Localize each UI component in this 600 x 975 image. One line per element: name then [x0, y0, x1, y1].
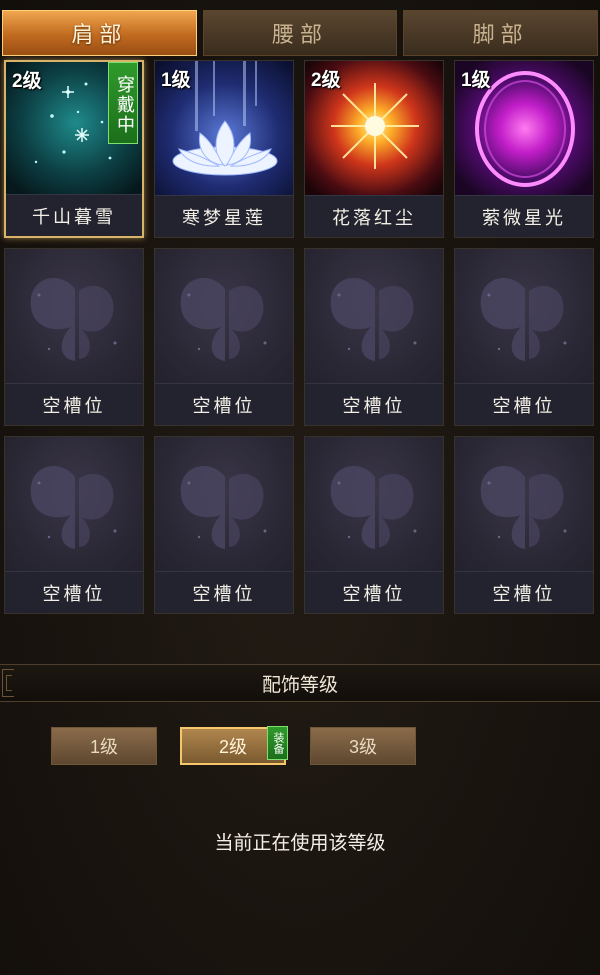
- level-section-title: 配饰等级: [261, 674, 338, 696]
- accessory-slot-8[interactable]: 空槽位: [454, 248, 594, 426]
- slot-name: 空槽位: [155, 383, 293, 425]
- butterfly-placeholder-icon: [305, 437, 443, 572]
- tab-shoulder[interactable]: 肩部: [2, 10, 197, 56]
- accessory-slot-5[interactable]: 空槽位: [4, 248, 144, 426]
- slot-name: 空槽位: [5, 571, 143, 613]
- level-section-header: 配饰等级: [0, 664, 600, 702]
- accessory-slot-12[interactable]: 空槽位: [454, 436, 594, 614]
- slot-level-badge: 1级: [461, 70, 491, 91]
- equipped-tag: 装备: [267, 726, 288, 760]
- accessory-slot-9[interactable]: 空槽位: [4, 436, 144, 614]
- accessory-slot-4[interactable]: 1级 萦微星光: [454, 60, 594, 238]
- slot-name: 空槽位: [5, 383, 143, 425]
- tab-waist[interactable]: 腰部: [202, 10, 398, 56]
- accessory-slot-3[interactable]: 2级 花落红尘: [304, 60, 444, 238]
- slot-level-badge: 1级: [161, 70, 191, 91]
- accessory-slot-7[interactable]: 空槽位: [304, 248, 444, 426]
- butterfly-placeholder-icon: [5, 249, 143, 384]
- slot-name: 空槽位: [155, 571, 293, 613]
- slot-name: 空槽位: [455, 383, 593, 425]
- slot-level-badge: 2级: [12, 71, 42, 92]
- accessory-slot-1[interactable]: 2级 穿戴中 千山暮雪: [4, 60, 144, 238]
- slot-name: 空槽位: [305, 383, 443, 425]
- category-tabs: 肩部 腰部 脚部: [0, 10, 600, 60]
- level-status-text: 当前正在使用该等级: [214, 833, 386, 854]
- slot-name: 花落红尘: [305, 195, 443, 237]
- slot-name: 千山暮雪: [6, 194, 142, 236]
- butterfly-placeholder-icon: [455, 249, 593, 384]
- frame-ornament: [6, 675, 12, 691]
- tab-feet[interactable]: 脚部: [403, 10, 599, 56]
- butterfly-placeholder-icon: [305, 249, 443, 384]
- accessory-slot-10[interactable]: 空槽位: [154, 436, 294, 614]
- accessory-slot-2[interactable]: 1级 寒梦星莲: [154, 60, 294, 238]
- accessory-slot-6[interactable]: 空槽位: [154, 248, 294, 426]
- level-3-button[interactable]: 3级: [310, 727, 416, 765]
- accessory-panel: 肩部 腰部 脚部 2级 穿戴中 千山暮雪 1级 寒梦星莲 2级 花落红尘 1级 …: [0, 0, 600, 975]
- slot-name: 萦微星光: [455, 195, 593, 237]
- slot-name: 寒梦星莲: [155, 195, 293, 237]
- slot-name: 空槽位: [455, 571, 593, 613]
- butterfly-placeholder-icon: [455, 437, 593, 572]
- slot-level-badge: 2级: [311, 70, 341, 91]
- butterfly-placeholder-icon: [5, 437, 143, 572]
- level-1-button[interactable]: 1级: [51, 727, 157, 765]
- butterfly-placeholder-icon: [155, 437, 293, 572]
- accessory-slot-11[interactable]: 空槽位: [304, 436, 444, 614]
- slot-name: 空槽位: [305, 571, 443, 613]
- worn-badge: 穿戴中: [108, 62, 138, 144]
- butterfly-placeholder-icon: [155, 249, 293, 384]
